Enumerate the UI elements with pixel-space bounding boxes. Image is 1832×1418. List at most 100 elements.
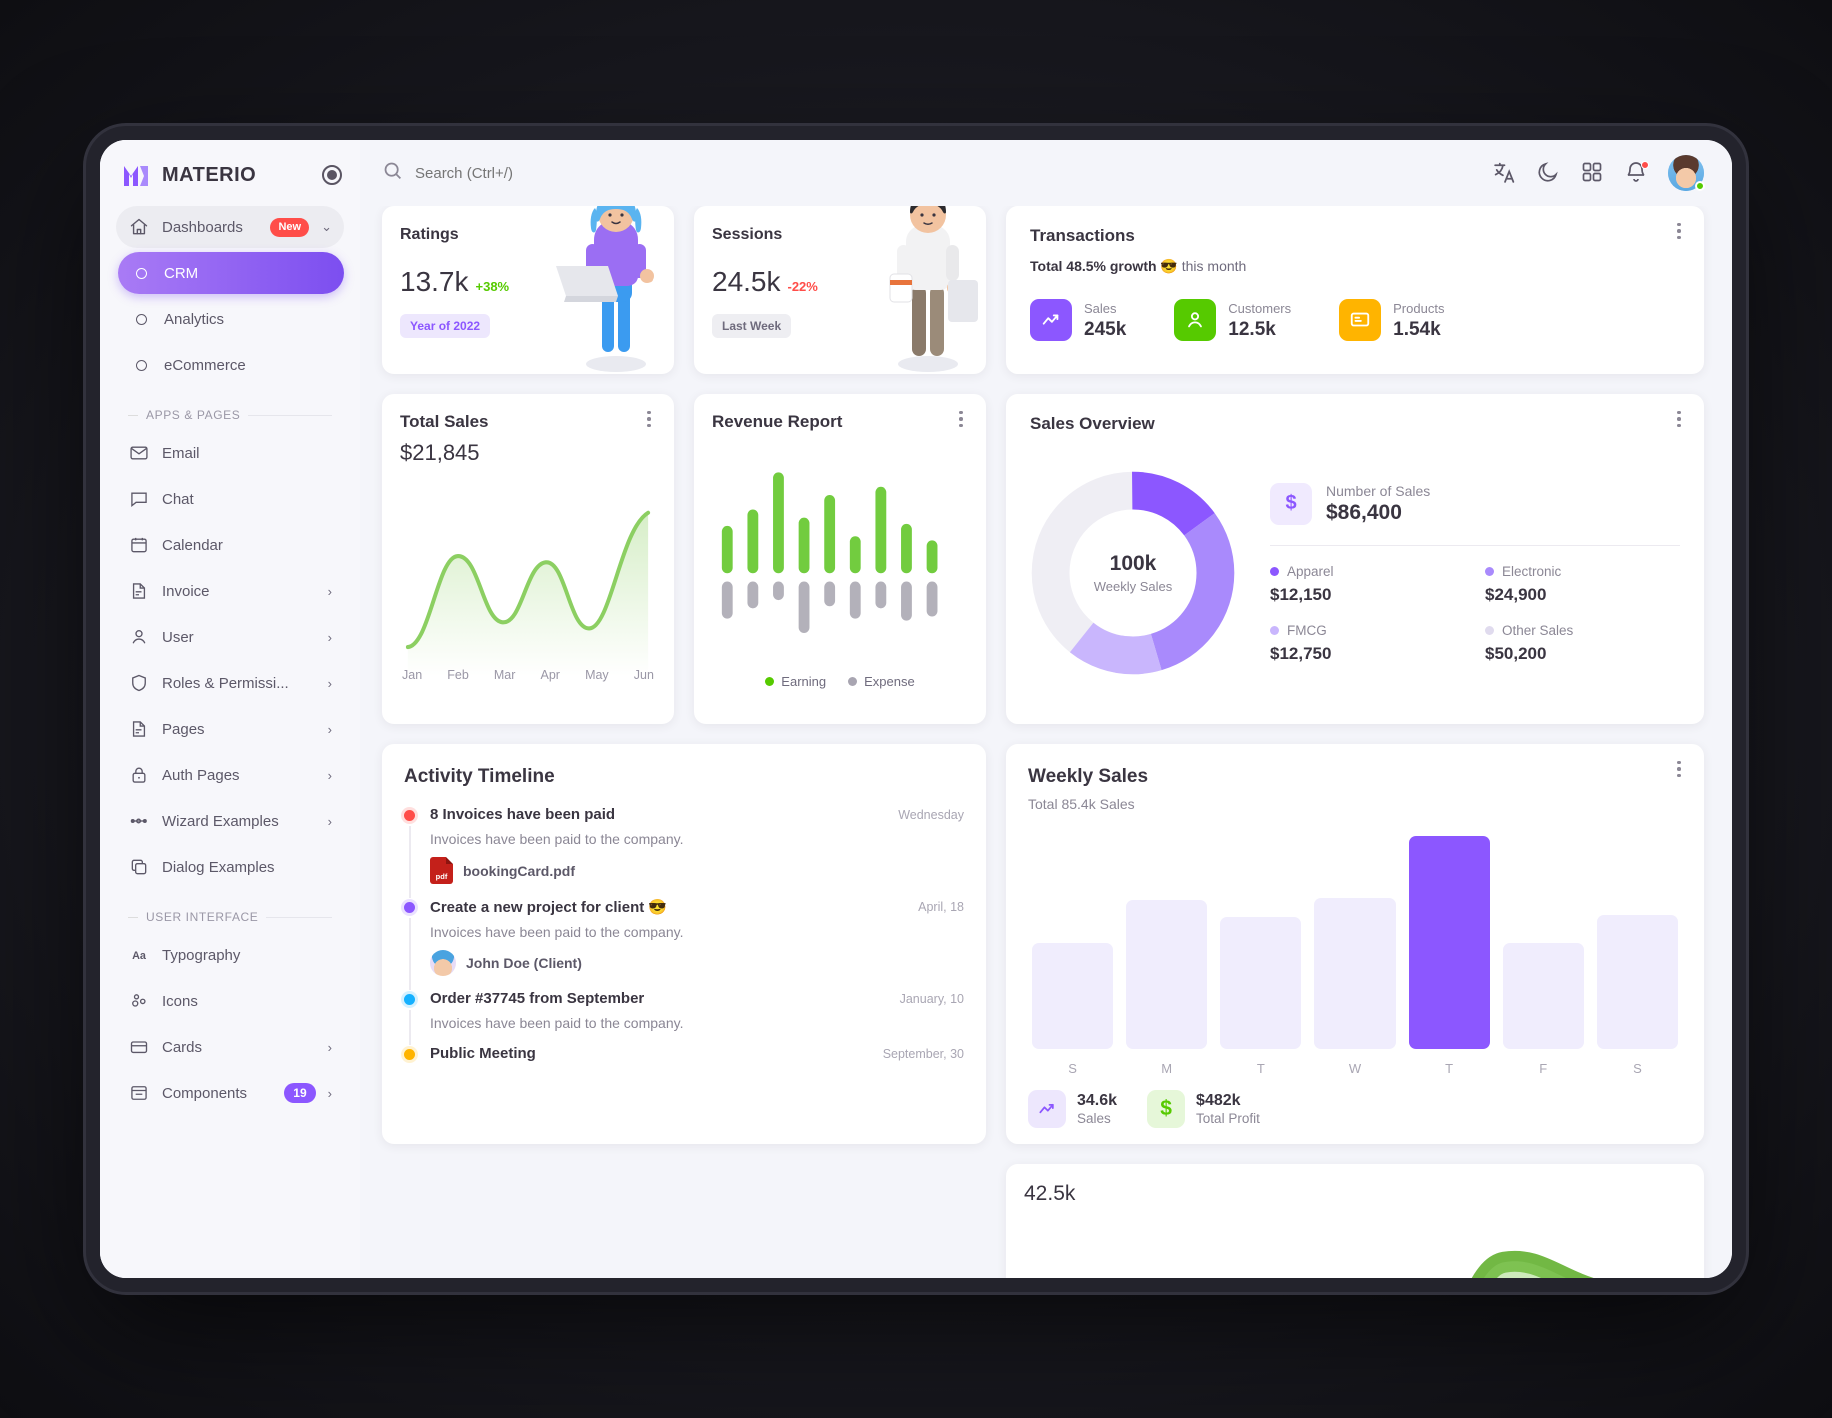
notification-badge	[1641, 161, 1649, 169]
chevron-right-icon: ›	[327, 767, 332, 783]
search-bar[interactable]	[382, 160, 1478, 186]
notifications-icon[interactable]	[1624, 160, 1650, 186]
sidebar-item-label: Analytics	[164, 310, 225, 328]
person-name: John Doe (Client)	[466, 955, 582, 971]
revenue-report-bar-chart	[712, 460, 968, 666]
mail-icon	[128, 442, 150, 464]
sidebar-item-label: User	[162, 628, 194, 646]
revenue-report-menu-icon[interactable]	[952, 410, 970, 428]
stat-value: 34.6k	[1077, 1092, 1118, 1109]
weekly-sales-bar-chart: S M T W T F S	[1028, 812, 1682, 1076]
chevron-right-icon: ›	[327, 629, 332, 645]
product-icon	[1339, 299, 1382, 341]
lock-icon	[128, 764, 150, 786]
sidebar-item-roles-permissions[interactable]: Roles & Permissi... ›	[116, 662, 344, 704]
axis-tick: Apr	[540, 668, 560, 682]
sidebar-item-invoice[interactable]: Invoice ›	[116, 570, 344, 612]
legend-dot	[1270, 625, 1279, 635]
transactions-menu-icon[interactable]	[1670, 222, 1688, 240]
search-input[interactable]	[415, 164, 715, 182]
timeline-title: Order #37745 from September	[430, 990, 645, 1007]
bar-label: F	[1539, 1061, 1548, 1076]
weekly-sales-subtitle: Total 85.4k Sales	[1028, 796, 1135, 812]
axis-tick: Jun	[633, 668, 654, 682]
timeline-description: Invoices have been paid to the company.	[430, 924, 684, 940]
translate-icon[interactable]	[1492, 160, 1518, 186]
transaction-stat-customers: Customers 12.5k	[1174, 299, 1291, 341]
bar-label: T	[1445, 1061, 1454, 1076]
sidebar-item-icons[interactable]: Icons	[116, 980, 344, 1022]
sales-overview-body: 100k Weekly Sales $ Number of Sales $86,…	[1030, 442, 1680, 704]
legend-item-earning: Earning	[765, 674, 826, 689]
user-icon	[128, 626, 150, 648]
legend-dot	[765, 677, 775, 686]
timeline-title: Create a new project for client 😎	[430, 899, 668, 916]
sidebar-item-components[interactable]: Components 19 ›	[116, 1072, 344, 1114]
sidebar-item-auth-pages[interactable]: Auth Pages ›	[116, 754, 344, 796]
avatar[interactable]	[1668, 155, 1705, 191]
legend-dot	[1485, 566, 1494, 576]
apps-grid-icon[interactable]	[1580, 160, 1606, 186]
sidebar-item-label: eCommerce	[164, 356, 246, 374]
sidebar-item-typography[interactable]: Aa Typography	[116, 934, 344, 976]
sidebar-item-calendar[interactable]: Calendar	[116, 524, 344, 566]
timeline-item: 8 Invoices have been paid Wednesday Invo…	[404, 806, 964, 898]
wizard-icon	[128, 810, 150, 832]
sidebar-item-dashboards[interactable]: Dashboards New ⌄	[116, 206, 344, 248]
bar-column: S	[1596, 836, 1678, 1076]
dashboard-content: Ratings 13.7k +38% Year of 2022 Sessions…	[360, 206, 1732, 1278]
breakdown-item-fmcg: FMCG $12,750	[1270, 623, 1465, 664]
sales-overview-card: Sales Overview 100k Weekly Sales $ Numbe…	[1006, 394, 1704, 724]
sidebar-item-pages[interactable]: Pages ›	[116, 708, 344, 750]
legend-dot	[1270, 566, 1279, 576]
transactions-subtitle: Total 48.5% growth 😎 this month	[1030, 258, 1680, 275]
sidebar-item-crm[interactable]: CRM	[118, 252, 344, 294]
sidebar-item-cards[interactable]: Cards ›	[116, 1026, 344, 1068]
timeline-attachment[interactable]: pdf bookingCard.pdf	[430, 857, 964, 884]
shield-icon	[128, 672, 150, 694]
bar-column: W	[1314, 836, 1396, 1076]
dark-mode-icon[interactable]	[1536, 160, 1562, 186]
section-user-interface: USER INTERFACE	[128, 910, 344, 924]
bar-label: S	[1633, 1061, 1642, 1076]
timeline-item: Public Meeting September, 30	[404, 1045, 964, 1076]
sales-overview-donut-chart: 100k Weekly Sales	[1030, 470, 1236, 676]
total-growth-card: 42.5k	[1006, 1164, 1704, 1278]
axis-tick: Mar	[493, 668, 516, 682]
total-sales-menu-icon[interactable]	[640, 410, 658, 428]
stat-label: Sales	[1077, 1111, 1111, 1126]
sidebar-item-wizard-examples[interactable]: Wizard Examples ›	[116, 800, 344, 842]
axis-tick: Feb	[447, 668, 469, 682]
revenue-report-legend: Earning Expense	[712, 674, 968, 689]
sidebar-item-user[interactable]: User ›	[116, 616, 344, 658]
card-title: Activity Timeline	[404, 766, 555, 787]
weekly-sales-menu-icon[interactable]	[1670, 760, 1688, 778]
sidebar-item-email[interactable]: Email	[116, 432, 344, 474]
breakdown-label: FMCG	[1287, 622, 1327, 638]
sales-overview-breakdown: Apparel $12,150 Electronic $24,900 FMCG …	[1270, 564, 1680, 664]
pin-sidebar-icon[interactable]	[322, 165, 342, 185]
sidebar-item-label: Pages	[162, 720, 205, 738]
attachment-name: bookingCard.pdf	[463, 862, 575, 879]
breakdown-value: $50,200	[1485, 643, 1547, 663]
stat-label: Total Profit	[1196, 1111, 1260, 1126]
dashboards-submenu: CRM Analytics eCommerce	[116, 252, 344, 386]
chevron-right-icon: ›	[327, 583, 332, 599]
sidebar-item-dialog-examples[interactable]: Dialog Examples	[116, 846, 344, 888]
invoice-icon	[128, 580, 150, 602]
transactions-period-text: this month	[1177, 258, 1247, 274]
sales-overview-menu-icon[interactable]	[1670, 410, 1688, 428]
card-title: Sales Overview	[1030, 414, 1155, 433]
total-sales-line-chart	[400, 490, 656, 676]
donut-center-label: 100k Weekly Sales	[1030, 470, 1236, 676]
bar-label: S	[1068, 1061, 1077, 1076]
components-count-badge: 19	[284, 1083, 316, 1103]
sidebar-item-analytics[interactable]: Analytics	[118, 298, 344, 340]
sidebar-item-ecommerce[interactable]: eCommerce	[118, 344, 344, 386]
chat-icon	[128, 488, 150, 510]
timeline-title: 8 Invoices have been paid	[430, 806, 616, 823]
breakdown-value: $12,150	[1270, 584, 1332, 604]
calendar-icon	[128, 534, 150, 556]
sidebar-item-chat[interactable]: Chat	[116, 478, 344, 520]
cards-icon	[128, 1036, 150, 1058]
